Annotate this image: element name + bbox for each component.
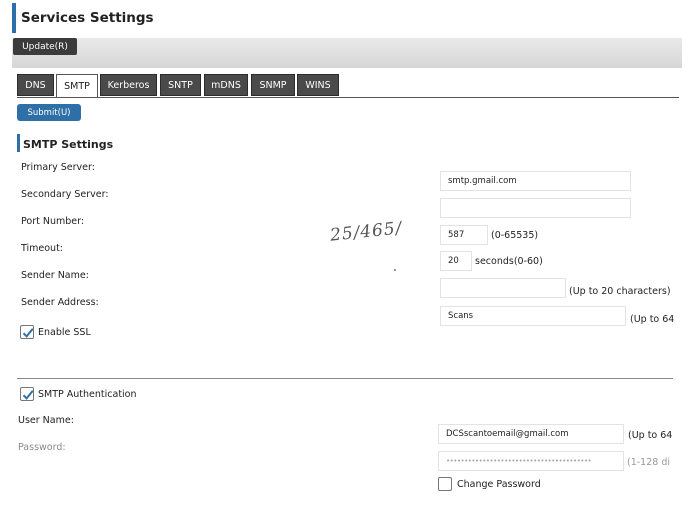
secondary-server-input[interactable] bbox=[440, 198, 631, 218]
sender-name-input[interactable] bbox=[440, 278, 566, 298]
timeout-label: Timeout: bbox=[21, 243, 64, 254]
password-input[interactable]: •••••••••••••••••••••••••••••••••••••••• bbox=[438, 451, 624, 471]
timeout-input[interactable]: 20 bbox=[440, 251, 472, 271]
secondary-server-label: Secondary Server: bbox=[21, 189, 109, 200]
tab-sntp[interactable]: SNTP bbox=[160, 74, 201, 96]
tab-divider bbox=[17, 97, 679, 98]
sender-address-hint: (Up to 64 bbox=[630, 314, 675, 325]
checkmark-icon bbox=[22, 328, 34, 338]
primary-server-input[interactable]: smtp.gmail.com bbox=[440, 171, 631, 191]
password-label: Password: bbox=[18, 442, 66, 453]
smtp-authentication-label: SMTP Authentication bbox=[38, 389, 137, 400]
checkmark-icon bbox=[22, 390, 34, 400]
toolbar bbox=[12, 38, 682, 68]
change-password-checkbox[interactable] bbox=[438, 477, 452, 491]
primary-server-label: Primary Server: bbox=[21, 162, 95, 173]
tab-dns[interactable]: DNS bbox=[17, 74, 54, 96]
enable-ssl-label: Enable SSL bbox=[38, 327, 91, 338]
enable-ssl-checkbox[interactable] bbox=[20, 325, 34, 339]
tab-kerberos[interactable]: Kerberos bbox=[100, 74, 157, 96]
section-accent bbox=[17, 134, 20, 152]
section-divider bbox=[17, 378, 673, 379]
change-password-label: Change Password bbox=[457, 479, 541, 490]
password-hint: (1-128 di bbox=[627, 457, 671, 468]
tab-wins[interactable]: WINS bbox=[297, 74, 339, 96]
pen-mark bbox=[394, 269, 396, 271]
tab-mdns[interactable]: mDNS bbox=[204, 74, 248, 96]
tab-snmp[interactable]: SNMP bbox=[251, 74, 295, 96]
user-name-hint: (Up to 64 bbox=[628, 430, 673, 441]
sender-name-label: Sender Name: bbox=[21, 270, 89, 281]
timeout-hint: seconds(0-60) bbox=[475, 256, 543, 267]
user-name-label: User Name: bbox=[18, 415, 74, 426]
port-number-label: Port Number: bbox=[21, 216, 85, 227]
section-title: SMTP Settings bbox=[23, 138, 114, 151]
smtp-authentication-checkbox[interactable] bbox=[20, 387, 34, 401]
sender-address-input[interactable]: Scans bbox=[440, 306, 626, 326]
handwritten-note: 25/465/ bbox=[329, 218, 404, 246]
port-number-input[interactable]: 587 bbox=[440, 225, 488, 245]
port-number-hint: (0-65535) bbox=[491, 230, 539, 241]
page-title: Services Settings bbox=[21, 10, 154, 26]
page-title-accent bbox=[12, 3, 16, 33]
sender-address-label: Sender Address: bbox=[21, 297, 99, 308]
update-button[interactable]: Update(R) bbox=[13, 38, 77, 55]
tab-smtp[interactable]: SMTP bbox=[56, 74, 98, 97]
submit-button[interactable]: Submit(U) bbox=[17, 104, 81, 121]
sender-name-hint: (Up to 20 characters) bbox=[569, 286, 671, 297]
user-name-input[interactable]: DCSscantoemail@gmail.com bbox=[438, 424, 624, 444]
